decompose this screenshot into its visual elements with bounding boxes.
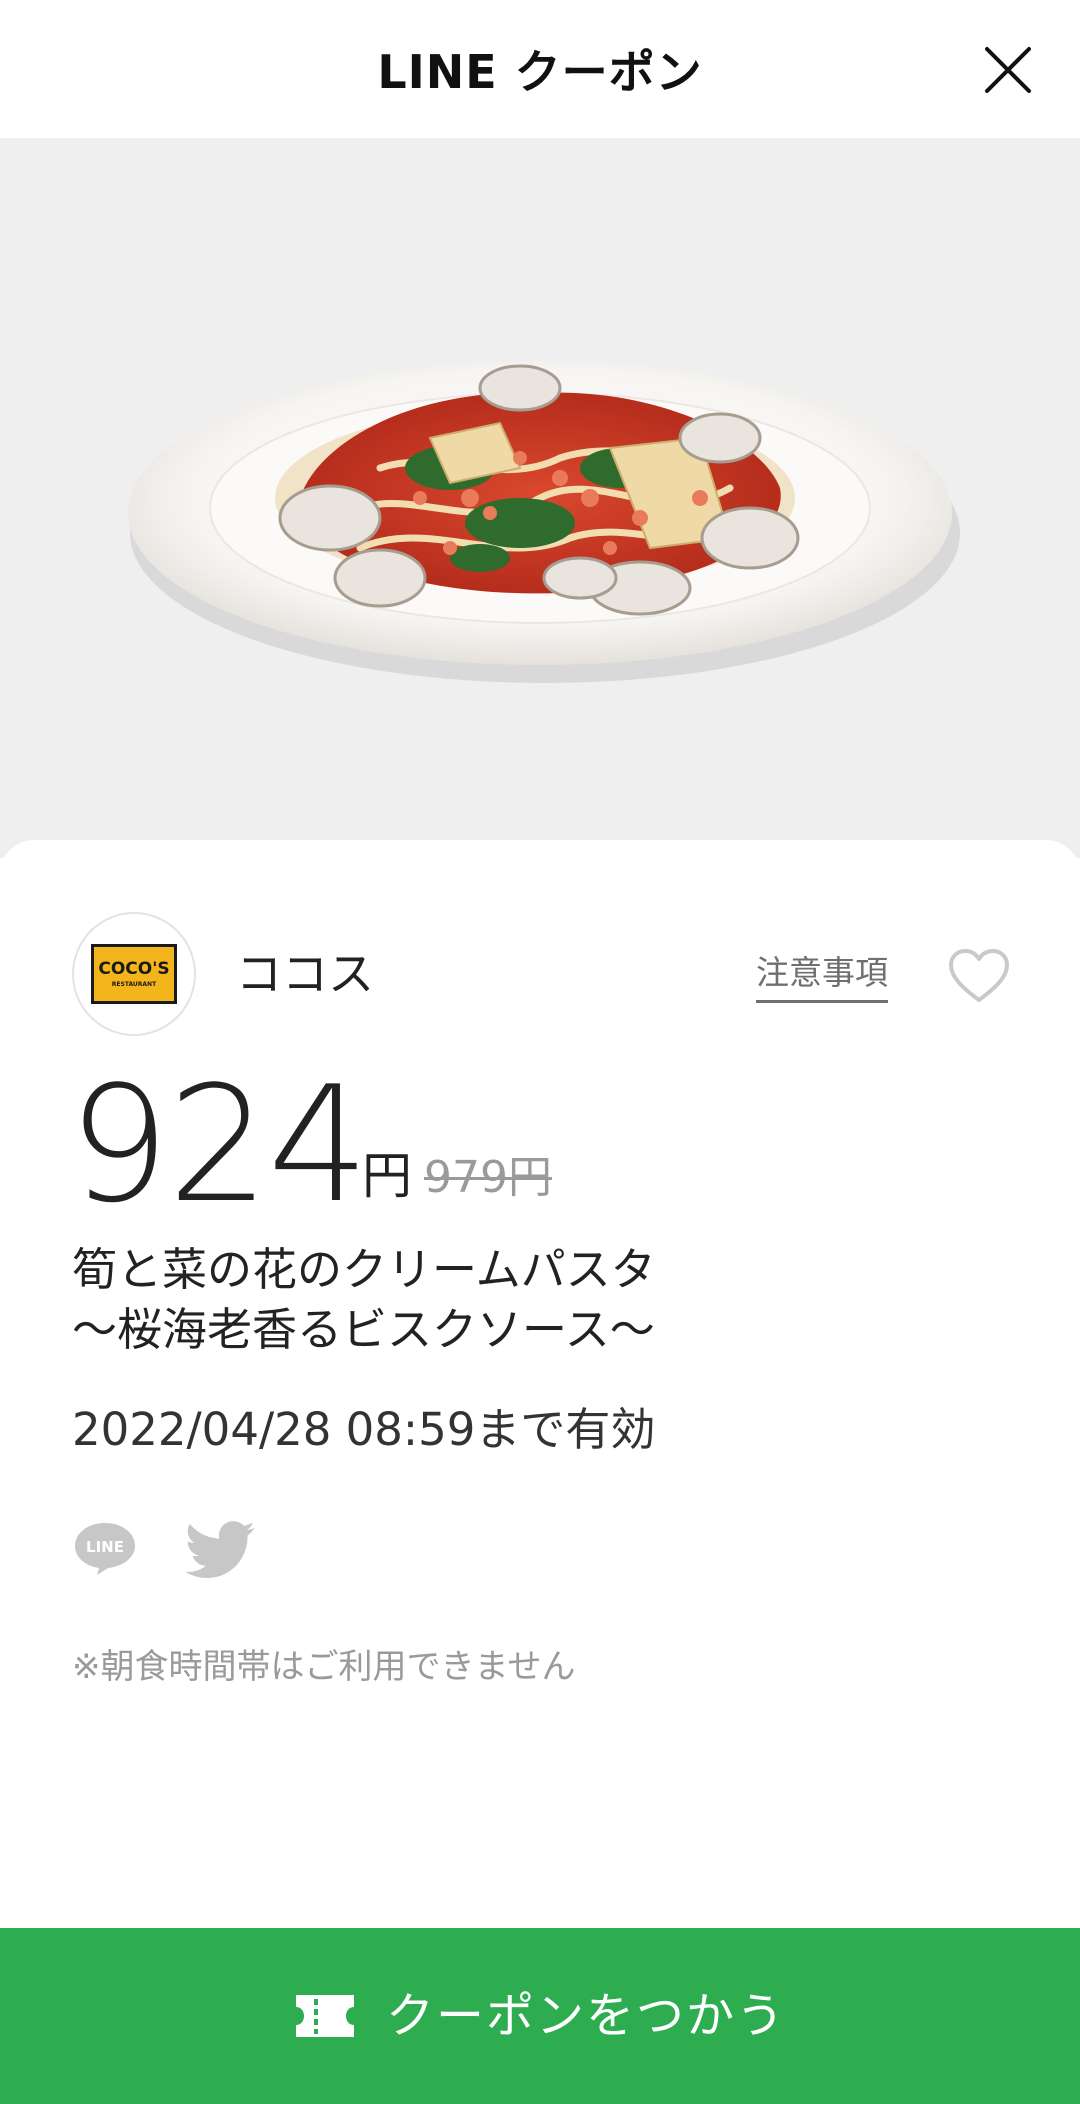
line-share-button[interactable]: LINE (72, 1520, 138, 1576)
store-logo: COCO'S RESTAURANT (72, 912, 196, 1036)
svg-text:LINE: LINE (86, 1538, 124, 1556)
item-name: 筍と菜の花のクリームパスタ 〜桜海老香るビスクソース〜 (72, 1240, 972, 1360)
item-name-line-1: 筍と菜の花のクリームパスタ (72, 1243, 656, 1296)
use-coupon-button[interactable]: クーポンをつかう (0, 1928, 1080, 2104)
validity-text: 2022/04/28 08:59まで有効 (72, 1403, 656, 1456)
line-share-icon: LINE (75, 1523, 135, 1575)
pasta-dish-image (128, 361, 960, 683)
close-icon (985, 47, 1031, 93)
usage-note: ※朝食時間帯はご利用できません (72, 1647, 576, 1687)
heart-outline-icon (949, 949, 1009, 1002)
store-name: ココス (236, 947, 374, 1001)
close-button[interactable] (968, 30, 1048, 110)
discount-price: 924 (68, 1051, 369, 1238)
favorite-button[interactable] (944, 944, 1014, 1008)
notice-link[interactable]: 注意事項 (756, 950, 888, 1003)
cocos-logo: COCO'S RESTAURANT (91, 944, 177, 1004)
item-name-line-2: 〜桜海老香るビスクソース〜 (72, 1303, 655, 1356)
coupon-hero-image (0, 138, 1080, 858)
ticket-icon (294, 1993, 356, 2039)
original-price: 979円 (424, 1152, 552, 1203)
twitter-share-button[interactable] (184, 1520, 256, 1580)
price-unit: 円 (362, 1147, 412, 1205)
use-coupon-label: クーポンをつかう (385, 1988, 786, 2044)
header-title: LINE クーポン (377, 45, 703, 99)
twitter-icon (184, 1521, 255, 1578)
header-bar: LINE クーポン (0, 0, 1080, 138)
